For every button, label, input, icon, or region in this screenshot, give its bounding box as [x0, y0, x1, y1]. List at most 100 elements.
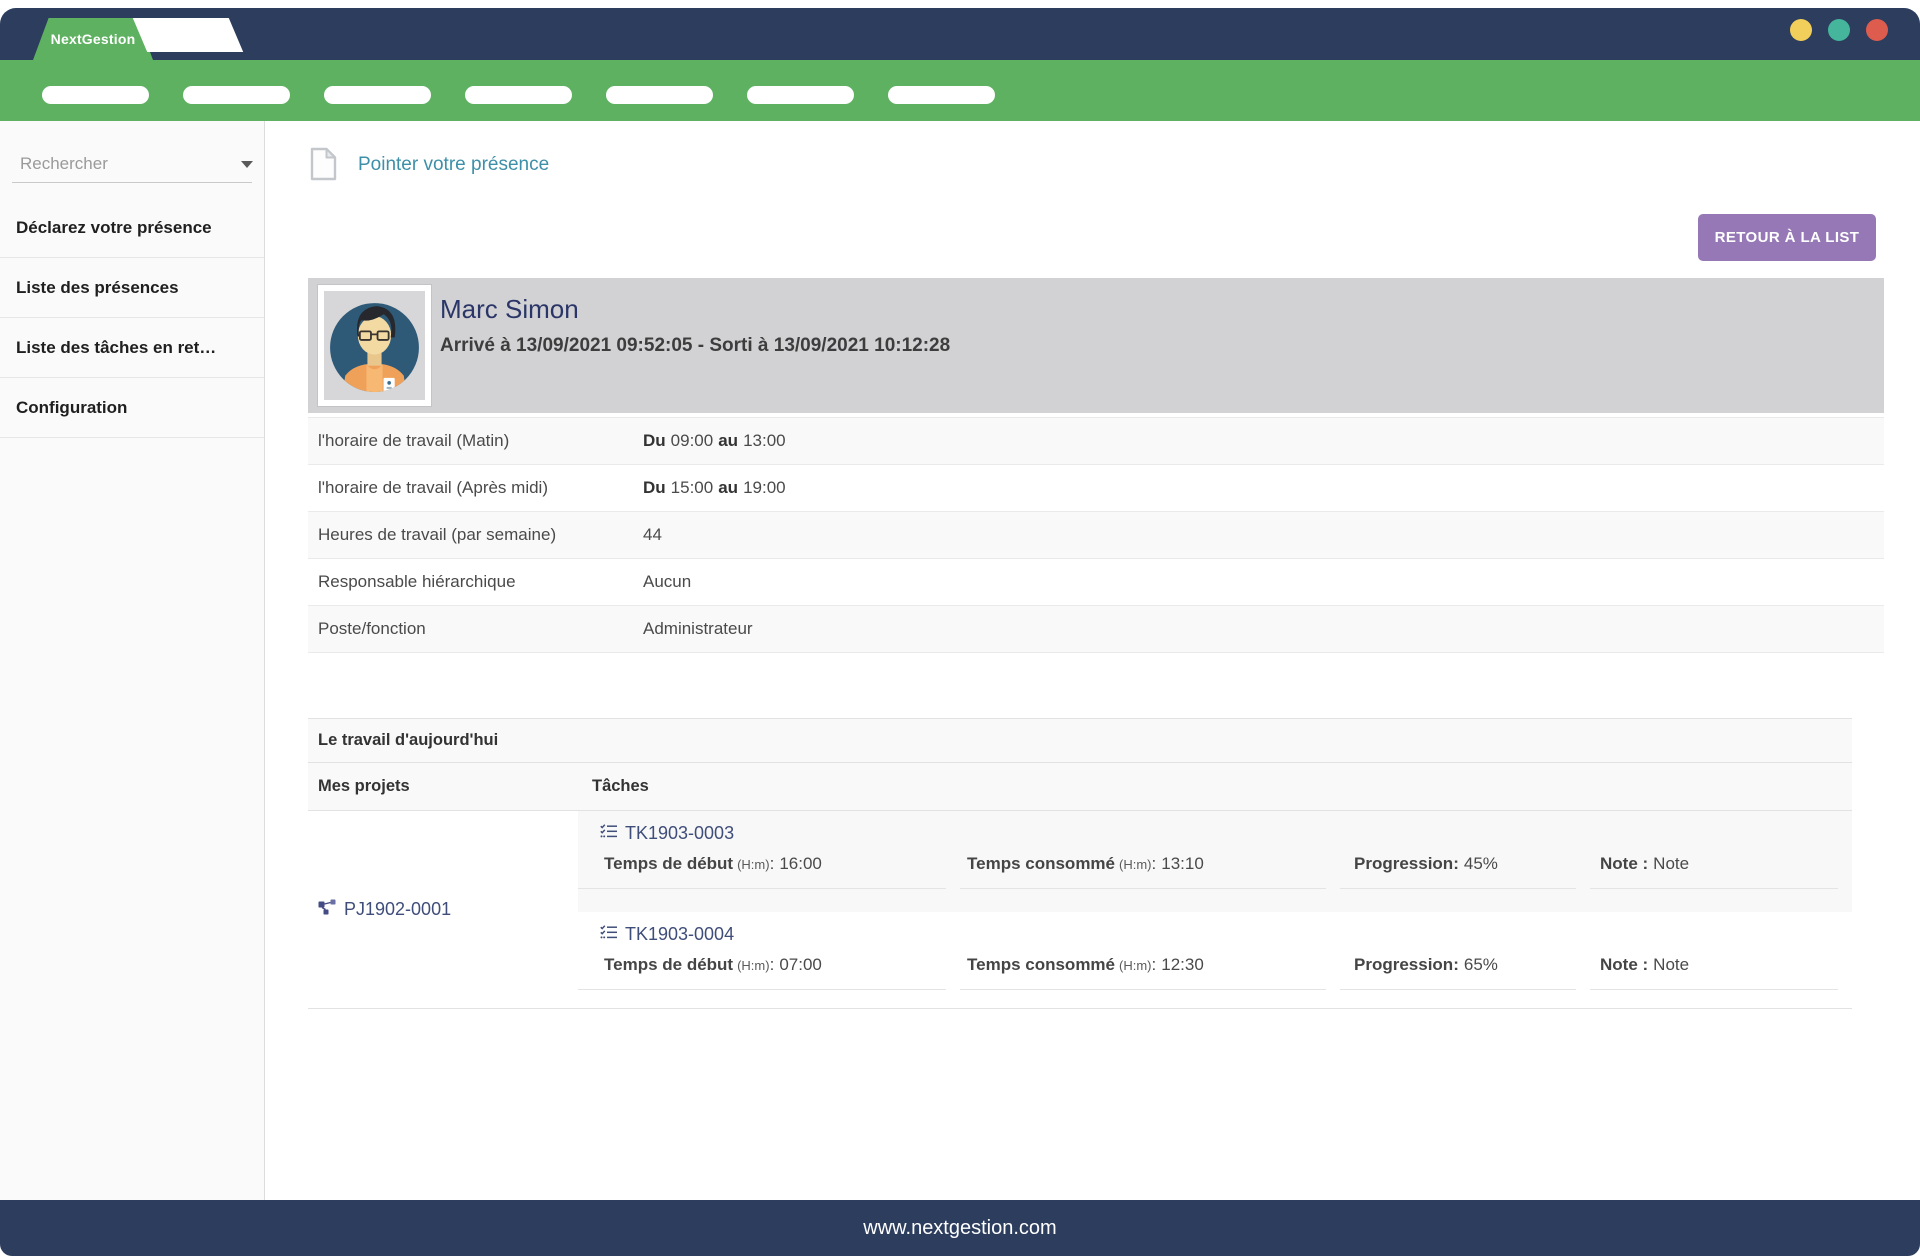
field-label: Temps de début [604, 955, 733, 974]
nav-placeholder-item[interactable] [465, 86, 572, 104]
sidebar-item-label: Liste des présences [16, 278, 179, 298]
employee-name: Marc Simon [440, 294, 579, 325]
field-unit: (H:m) [737, 857, 770, 872]
nav-placeholder-item[interactable] [747, 86, 854, 104]
nav-placeholder-item[interactable] [42, 86, 149, 104]
search-select[interactable] [12, 149, 252, 183]
value-part: au [718, 478, 738, 497]
search-input[interactable] [12, 154, 241, 178]
task-id: TK1903-0003 [625, 823, 734, 844]
window-control-teal-icon[interactable] [1828, 19, 1850, 41]
task-progress: Progression: 45% [1340, 854, 1576, 889]
project-hierarchy-icon [318, 899, 337, 920]
field-sep: : [770, 955, 775, 974]
row-value: Aucun [643, 572, 1884, 592]
field-unit: (H:m) [1119, 857, 1152, 872]
field-value: 16:00 [779, 854, 822, 873]
table-header-row: Mes projets Tâches [308, 763, 1852, 811]
window-control-yellow-icon[interactable] [1790, 19, 1812, 41]
document-icon [310, 147, 337, 186]
task-note: Note : Note [1590, 955, 1838, 990]
field-value: 07:00 [779, 955, 822, 974]
row-label: Responsable hiérarchique [308, 572, 643, 592]
presence-times: Arrivé à 13/09/2021 09:52:05 - Sorti à 1… [440, 335, 950, 357]
field-sep: : [770, 854, 775, 873]
field-value: 65% [1464, 955, 1498, 974]
back-to-list-button[interactable]: RETOUR À LA LIST [1698, 214, 1876, 261]
nav-placeholder-item[interactable] [888, 86, 995, 104]
project-row: PJ1902-0001 [308, 811, 1852, 1009]
task-details: Temps de début (H:m):16:00 Temps consommé… [578, 854, 1852, 889]
value-part: 15:00 [671, 478, 714, 497]
sidebar-item-label: Liste des tâches en ret… [16, 338, 216, 358]
table-row: l'horaire de travail (Après midi) Du 15:0… [308, 465, 1884, 512]
main-content: Pointer votre présence RETOUR À LA LIST [265, 121, 1920, 1200]
task-consumed-time: Temps consommé(H:m):12:30 [960, 955, 1326, 990]
field-value: 13:10 [1161, 854, 1204, 873]
task-details: Temps de début (H:m):07:00 Temps consommé… [578, 955, 1852, 990]
nav-placeholder-item[interactable] [183, 86, 290, 104]
field-unit: (H:m) [737, 958, 770, 973]
chevron-down-icon [241, 161, 253, 168]
project-link[interactable]: PJ1902-0001 [308, 811, 578, 1008]
value-part: 13:00 [743, 431, 786, 450]
value-part: Du [643, 478, 666, 497]
sidebar-item-declarez-presence[interactable]: Déclarez votre présence [0, 198, 264, 258]
tasks-list: TK1903-0003 Temps de début(H:m):16:00 Te… [578, 811, 1852, 1008]
page-title[interactable]: Pointer votre présence [358, 154, 549, 176]
field-label: Progression: [1354, 854, 1459, 873]
sidebar-item-label: Configuration [16, 398, 127, 418]
nav-placeholder-item[interactable] [606, 86, 713, 104]
footer-bar: www.nextgestion.com [0, 1200, 1920, 1256]
footer-url[interactable]: www.nextgestion.com [863, 1217, 1056, 1240]
sidebar-item-configuration[interactable]: Configuration [0, 378, 264, 438]
field-unit: (H:m) [1119, 958, 1152, 973]
value-part: 09:00 [671, 431, 714, 450]
nav-placeholder-item[interactable] [324, 86, 431, 104]
field-value: Note [1653, 854, 1689, 873]
field-label: Temps consommé [967, 854, 1115, 873]
todays-work-table: Le travail d'aujourd'hui Mes projets Tâc… [308, 718, 1852, 1009]
sidebar-menu: Déclarez votre présence Liste des présen… [0, 198, 264, 438]
window-control-red-icon[interactable] [1866, 19, 1888, 41]
task-item: TK1903-0003 Temps de début (H:m):16:00 Te… [578, 811, 1852, 912]
row-label: Heures de travail (par semaine) [308, 525, 643, 545]
task-link[interactable]: TK1903-0003 [600, 823, 1852, 844]
blank-tab[interactable] [133, 18, 243, 52]
row-label: l'horaire de travail (Après midi) [308, 478, 643, 498]
value-part: Du [643, 431, 666, 450]
task-start-time: Temps de début (H:m):07:00 [578, 955, 946, 990]
sidebar-item-liste-taches[interactable]: Liste des tâches en ret… [0, 318, 264, 378]
row-value: Administrateur [643, 619, 1884, 639]
field-label: Progression: [1354, 955, 1459, 974]
field-label: Temps de début [604, 854, 733, 873]
brand-logo-text: NextGestion [51, 31, 136, 47]
task-consumed-time: Temps consommé(H:m):13:10 [960, 854, 1326, 889]
row-value: 44 [643, 525, 1884, 545]
field-value: 12:30 [1161, 955, 1204, 974]
field-value: Note [1653, 955, 1689, 974]
field-label: Temps consommé [967, 955, 1115, 974]
main-nav-bar [0, 60, 1920, 121]
task-id: TK1903-0004 [625, 924, 734, 945]
app-window: NextGestion Déclarez votre présence List… [0, 0, 1920, 1256]
field-label: Note : [1600, 955, 1648, 974]
row-value: Du09:00au13:00 [643, 431, 1884, 451]
employee-info-table: l'horaire de travail (Matin) Du 09:00 au 13… [308, 417, 1884, 653]
table-row: Responsable hiérarchique Aucun [308, 559, 1884, 606]
column-header-projects: Mes projets [308, 763, 578, 810]
sidebar-item-liste-presences[interactable]: Liste des présences [0, 258, 264, 318]
row-label: Poste/fonction [308, 619, 643, 639]
table-row: Heures de travail (par semaine) 44 [308, 512, 1884, 559]
field-label: Note : [1600, 854, 1648, 873]
task-progress: Progression: 65% [1340, 955, 1576, 990]
task-link[interactable]: TK1903-0004 [600, 924, 1852, 945]
field-value: 45% [1464, 854, 1498, 873]
row-label: l'horaire de travail (Matin) [308, 431, 643, 451]
sidebar-item-label: Déclarez votre présence [16, 218, 212, 238]
profile-panel: Marc Simon Arrivé à 13/09/2021 09:52:05 … [308, 278, 1884, 413]
project-id: PJ1902-0001 [344, 899, 451, 920]
checklist-icon [600, 924, 618, 945]
window-title-bar: NextGestion [0, 8, 1920, 60]
checklist-icon [600, 823, 618, 844]
